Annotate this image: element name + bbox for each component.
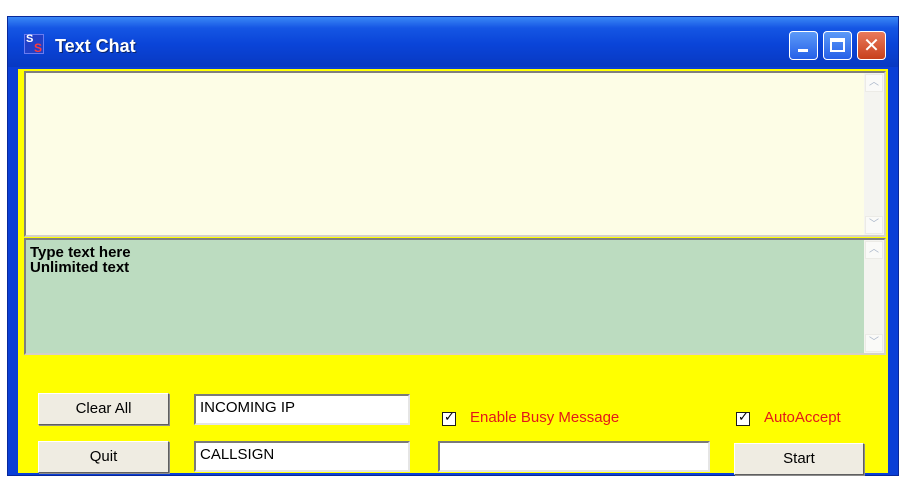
callsign-field[interactable]: CALLSIGN [194,441,410,472]
auto-accept-label[interactable]: AutoAccept [764,409,841,426]
chat-input-text[interactable]: Type text here Unlimited text [30,245,860,351]
scroll-down-icon[interactable]: ﹀ [865,334,883,352]
window-title: Text Chat [55,36,136,56]
output-scrollbar[interactable]: ︿ ﹀ [864,73,884,235]
check-icon: ✓ [738,410,749,425]
clear-all-button[interactable]: Clear All [38,393,169,425]
close-button[interactable]: ✕ [857,31,886,60]
auto-accept-checkbox[interactable]: ✓ [736,410,750,426]
close-icon: ✕ [863,33,880,57]
start-button[interactable]: Start [734,443,864,475]
title-bar[interactable]: S S Text Chat ✕ [8,17,898,67]
busy-message-field[interactable] [438,441,710,472]
maximize-icon [830,38,845,52]
minimize-button[interactable] [789,31,818,60]
check-icon: ✓ [444,410,455,425]
scroll-up-icon[interactable]: ︿ [865,241,883,259]
client-area: ︿ ﹀ Type text here Unlimited text ︿ ﹀ Cl… [18,69,888,475]
app-icon-letter-top: S [26,33,34,45]
text-chat-window: S S Text Chat ✕ ︿ ﹀ Type text here Unlim… [7,16,899,476]
app-icon[interactable]: S S [24,33,44,55]
input-scrollbar[interactable]: ︿ ﹀ [864,240,884,353]
quit-button[interactable]: Quit [38,441,169,473]
minimize-icon [798,49,808,52]
scroll-down-icon[interactable]: ﹀ [865,216,883,234]
enable-busy-label[interactable]: Enable Busy Message [470,409,619,426]
chat-output-text [30,78,860,233]
incoming-ip-field[interactable]: INCOMING IP [194,394,410,425]
chat-output-pane[interactable]: ︿ ﹀ [24,71,886,237]
chat-input-pane[interactable]: Type text here Unlimited text ︿ ﹀ [24,238,886,355]
maximize-button[interactable] [823,31,852,60]
scroll-up-icon[interactable]: ︿ [865,74,883,92]
app-icon-letter-bottom: S [34,41,43,55]
enable-busy-checkbox[interactable]: ✓ [442,410,456,426]
